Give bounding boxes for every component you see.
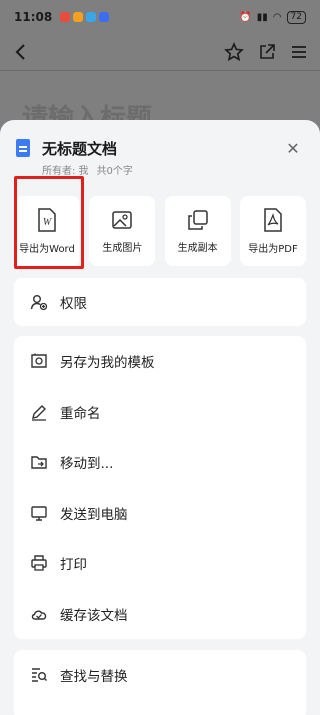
copy-icon (187, 209, 208, 230)
document-icon (16, 139, 30, 157)
cache-document-label: 缓存该文档 (60, 607, 128, 624)
status-time: 11:08 (14, 10, 53, 24)
make-copy-button[interactable]: 生成副本 (164, 196, 231, 266)
generate-image-button[interactable]: 生成图片 (89, 196, 156, 266)
image-icon (112, 210, 133, 229)
save-as-template-item[interactable]: 另存为我的模板 (14, 336, 306, 387)
pdf-icon (264, 207, 282, 232)
signal-icon: ▮▮ (256, 11, 268, 23)
find-replace-label: 查找与替换 (60, 669, 128, 685)
move-to-label: 移动到... (60, 456, 114, 473)
find-replace-icon (32, 668, 47, 682)
divider (0, 70, 320, 71)
share-icon[interactable] (258, 43, 276, 61)
battery-level: 72 (286, 10, 306, 24)
word-doc-icon: W (38, 207, 56, 232)
star-icon[interactable] (224, 42, 244, 62)
permission-item[interactable]: 权限 (14, 278, 306, 326)
close-icon[interactable]: ✕ (284, 140, 302, 158)
app-notification-icon (86, 12, 97, 22)
alarm-icon: ⏰ (239, 11, 252, 23)
wifi-icon: ◠ (272, 11, 282, 23)
status-right: ⏰ ▮▮ ◠ 72 (239, 10, 306, 24)
move-to-item[interactable]: 移动到... (14, 437, 306, 488)
notification-icons (60, 12, 110, 22)
rename-item[interactable]: 重命名 (14, 387, 306, 438)
printer-icon (31, 555, 47, 571)
rename-label: 重命名 (60, 405, 101, 422)
save-as-template-label: 另存为我的模板 (60, 355, 155, 372)
document-meta: 所有者: 我 共0个字 (42, 162, 133, 177)
generate-image-label: 生成图片 (102, 242, 143, 254)
export-word-button[interactable]: W 导出为Word (14, 196, 80, 266)
send-to-computer-item[interactable]: 发送到电脑 (14, 488, 306, 539)
document-header: 无标题文档 所有者: 我 共0个字 ✕ (16, 136, 306, 180)
monitor-icon (31, 506, 47, 521)
cloud-check-icon (31, 610, 47, 620)
send-to-computer-label: 发送到电脑 (60, 506, 128, 523)
make-copy-label: 生成副本 (177, 242, 218, 254)
action-row: W 导出为Word 生成图片 生成副本 导出为PDF (14, 196, 306, 266)
document-options-sheet: 无标题文档 所有者: 我 共0个字 ✕ W 导出为Word 生成图片 生成副本 … (0, 120, 320, 715)
permission-label: 权限 (60, 296, 87, 312)
more-actions-card: 另存为我的模板 重命名 移动到... 发送到电脑 打印 缓存该文档 (14, 336, 306, 639)
print-item[interactable]: 打印 (14, 538, 306, 589)
menu-icon[interactable] (290, 43, 308, 61)
svg-text:W: W (43, 217, 53, 228)
app-notification-icon (73, 12, 84, 22)
export-word-label: 导出为Word (19, 243, 75, 255)
status-bar: 11:08 ⏰ ▮▮ ◠ 72 (0, 0, 320, 34)
template-icon (31, 353, 47, 368)
print-label: 打印 (60, 557, 87, 574)
word-count: 共0个字 (96, 166, 133, 177)
permission-card: 权限 (14, 278, 306, 326)
app-notification-icon (99, 12, 110, 22)
cache-document-item[interactable]: 缓存该文档 (14, 589, 306, 640)
document-title: 无标题文档 (42, 140, 118, 158)
owner-label: 所有者: 我 (42, 166, 89, 177)
export-pdf-label: 导出为PDF (248, 243, 298, 255)
find-replace-card: 查找与替换 (14, 650, 306, 715)
back-icon[interactable] (12, 43, 30, 61)
user-permission-icon (30, 295, 48, 311)
folder-move-icon (31, 456, 47, 469)
app-notification-icon (60, 12, 71, 22)
find-replace-item[interactable]: 查找与替换 (14, 650, 306, 700)
export-pdf-button[interactable]: 导出为PDF (239, 196, 306, 266)
top-nav (0, 34, 320, 70)
pencil-icon (32, 404, 46, 421)
